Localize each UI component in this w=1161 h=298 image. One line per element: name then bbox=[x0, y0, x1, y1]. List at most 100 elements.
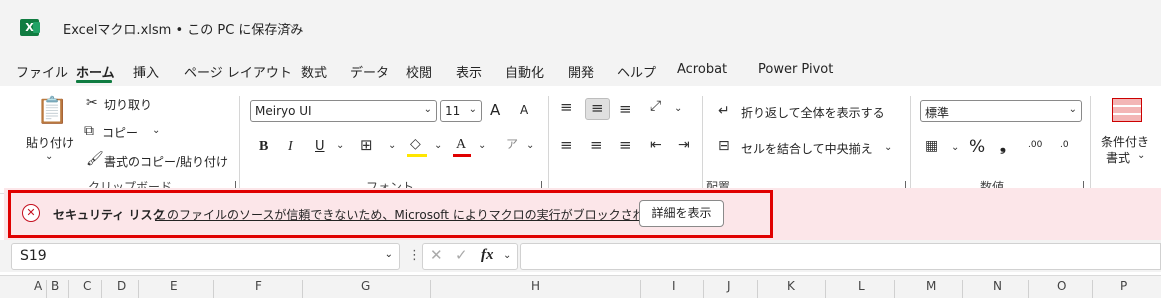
chevron-down-icon[interactable]: ⌄ bbox=[674, 104, 682, 114]
column-header[interactable]: L bbox=[858, 279, 865, 293]
chevron-down-icon[interactable]: ⌄ bbox=[884, 143, 892, 153]
paste-icon[interactable]: 📋 bbox=[36, 98, 68, 124]
conditional-formatting-icon[interactable] bbox=[1112, 98, 1142, 122]
align-right-icon[interactable]: ≡ bbox=[619, 138, 632, 153]
align-top-icon[interactable]: ≡ bbox=[560, 100, 573, 115]
tab-acrobat[interactable]: Acrobat bbox=[677, 62, 727, 77]
chevron-down-icon[interactable]: ⌄ bbox=[336, 141, 344, 151]
shrink-font-button[interactable]: A bbox=[520, 103, 528, 117]
copy-button[interactable]: コピー bbox=[102, 124, 138, 141]
percent-style-button[interactable]: % bbox=[969, 137, 985, 157]
decrease-decimal-button[interactable]: .0 bbox=[1060, 140, 1069, 150]
grow-font-button[interactable]: A bbox=[490, 101, 500, 119]
wrap-text-button[interactable]: 折り返して全体を表示する bbox=[741, 104, 885, 121]
chevron-down-icon[interactable]: ⌄ bbox=[526, 141, 534, 151]
chevron-down-icon[interactable]: ⌄ bbox=[152, 126, 160, 136]
copy-icon[interactable]: ⧉ bbox=[84, 124, 94, 138]
group-divider bbox=[548, 96, 549, 188]
column-header[interactable]: B bbox=[51, 279, 59, 293]
group-divider bbox=[702, 96, 703, 188]
column-header[interactable]: J bbox=[727, 279, 731, 293]
fill-color-swatch bbox=[407, 154, 427, 157]
tab-data[interactable]: データ bbox=[350, 62, 389, 81]
enter-icon[interactable]: ✓ bbox=[455, 248, 468, 263]
group-divider bbox=[1090, 96, 1091, 188]
orientation-icon[interactable]: ⤢ bbox=[650, 99, 661, 113]
align-bottom-icon[interactable]: ≡ bbox=[619, 102, 632, 117]
column-header[interactable]: E bbox=[170, 279, 178, 293]
italic-button[interactable]: I bbox=[288, 139, 293, 155]
insert-function-button[interactable]: fx bbox=[481, 247, 494, 264]
align-center-icon[interactable]: ≡ bbox=[590, 138, 603, 153]
column-divider bbox=[430, 280, 431, 298]
tab-view[interactable]: 表示 bbox=[456, 62, 482, 81]
tab-review[interactable]: 校閲 bbox=[406, 62, 432, 81]
font-size-combo[interactable]: 11 ⌄ bbox=[440, 100, 482, 122]
cut-icon[interactable]: ✂ bbox=[86, 96, 98, 110]
chevron-down-icon[interactable]: ⌄ bbox=[503, 251, 511, 261]
name-box[interactable]: S19 ⌄ bbox=[11, 243, 400, 270]
column-header[interactable]: F bbox=[255, 279, 262, 293]
align-left-icon[interactable]: ≡ bbox=[560, 138, 573, 153]
cancel-icon[interactable]: ✕ bbox=[430, 248, 443, 263]
column-header[interactable]: H bbox=[531, 279, 540, 293]
chevron-down-icon[interactable]: ⌄ bbox=[45, 152, 53, 162]
wrap-text-icon[interactable]: ↵ bbox=[718, 104, 730, 118]
tab-formulas[interactable]: 数式 bbox=[301, 62, 327, 81]
more-options-icon[interactable]: ⋮ bbox=[408, 249, 421, 262]
tab-home[interactable]: ホーム bbox=[76, 62, 115, 81]
chevron-down-icon[interactable]: ⌵ bbox=[289, 18, 297, 32]
number-format-combo[interactable]: 標準 ⌄ bbox=[920, 100, 1082, 122]
tab-automate[interactable]: 自動化 bbox=[505, 62, 544, 81]
paste-button-label[interactable]: 貼り付け bbox=[26, 134, 74, 151]
column-header[interactable]: A bbox=[34, 279, 42, 293]
increase-decimal-button[interactable]: .00 bbox=[1028, 140, 1042, 150]
learn-more-button[interactable]: 詳細を表示 bbox=[639, 200, 724, 227]
tab-developer[interactable]: 開発 bbox=[568, 62, 594, 81]
tab-page-layout[interactable]: ページ レイアウト bbox=[184, 62, 292, 81]
security-title: セキュリティ リスク bbox=[53, 208, 165, 222]
column-divider bbox=[302, 280, 303, 298]
conditional-formatting-label-2[interactable]: 書式 bbox=[1106, 149, 1130, 166]
comma-style-button[interactable]: ❟ bbox=[1000, 137, 1006, 155]
chevron-down-icon[interactable]: ⌄ bbox=[951, 143, 959, 153]
column-header[interactable]: G bbox=[361, 279, 370, 293]
column-header[interactable]: O bbox=[1057, 279, 1066, 293]
chevron-down-icon[interactable]: ⌄ bbox=[478, 141, 486, 151]
merge-center-icon[interactable]: ⊟ bbox=[718, 139, 730, 153]
cut-button[interactable]: 切り取り bbox=[104, 96, 152, 113]
borders-icon[interactable]: ⊞ bbox=[360, 138, 373, 153]
format-painter-button[interactable]: 書式のコピー/貼り付け bbox=[104, 153, 228, 170]
formula-input[interactable] bbox=[520, 243, 1161, 270]
tab-help[interactable]: ヘルプ bbox=[617, 62, 656, 81]
bold-button[interactable]: B bbox=[259, 139, 268, 155]
chevron-down-icon[interactable]: ⌄ bbox=[388, 141, 396, 151]
font-name-combo[interactable]: Meiryo UI ⌄ bbox=[250, 100, 437, 122]
font-color-icon[interactable]: A bbox=[456, 137, 466, 153]
security-message-link[interactable]: このファイルのソースが信頼できないため、Microsoft によりマクロの実行が… bbox=[155, 206, 693, 223]
tab-file[interactable]: ファイル bbox=[16, 62, 68, 81]
decrease-indent-icon[interactable]: ⇤ bbox=[650, 138, 662, 152]
column-header[interactable]: P bbox=[1120, 279, 1127, 293]
column-header[interactable]: C bbox=[83, 279, 91, 293]
conditional-formatting-label-1[interactable]: 条件付き bbox=[1101, 133, 1149, 150]
merge-center-button[interactable]: セルを結合して中央揃え bbox=[741, 140, 873, 157]
column-header[interactable]: K bbox=[787, 279, 795, 293]
column-header[interactable]: D bbox=[117, 279, 126, 293]
column-header[interactable]: I bbox=[672, 279, 676, 293]
accounting-format-icon[interactable]: ▦ bbox=[925, 139, 938, 153]
tab-power-pivot[interactable]: Power Pivot bbox=[758, 62, 833, 77]
chevron-down-icon[interactable]: ⌄ bbox=[1137, 151, 1145, 161]
format-painter-icon[interactable]: 🖌 bbox=[86, 152, 104, 166]
phonetic-guide-icon[interactable]: ア bbox=[506, 138, 518, 150]
file-title[interactable]: Excelマクロ.xlsm • この PC に保存済み bbox=[63, 19, 303, 38]
column-divider bbox=[101, 280, 102, 298]
tab-insert[interactable]: 挿入 bbox=[133, 62, 159, 81]
column-header[interactable]: M bbox=[926, 279, 936, 293]
column-header[interactable]: N bbox=[993, 279, 1002, 293]
underline-button[interactable]: U bbox=[315, 139, 325, 154]
increase-indent-icon[interactable]: ⇥ bbox=[678, 138, 690, 152]
chevron-down-icon[interactable]: ⌄ bbox=[434, 141, 442, 151]
fill-color-icon[interactable]: ◇ bbox=[410, 137, 421, 151]
align-middle-icon: ≡ bbox=[591, 99, 604, 117]
